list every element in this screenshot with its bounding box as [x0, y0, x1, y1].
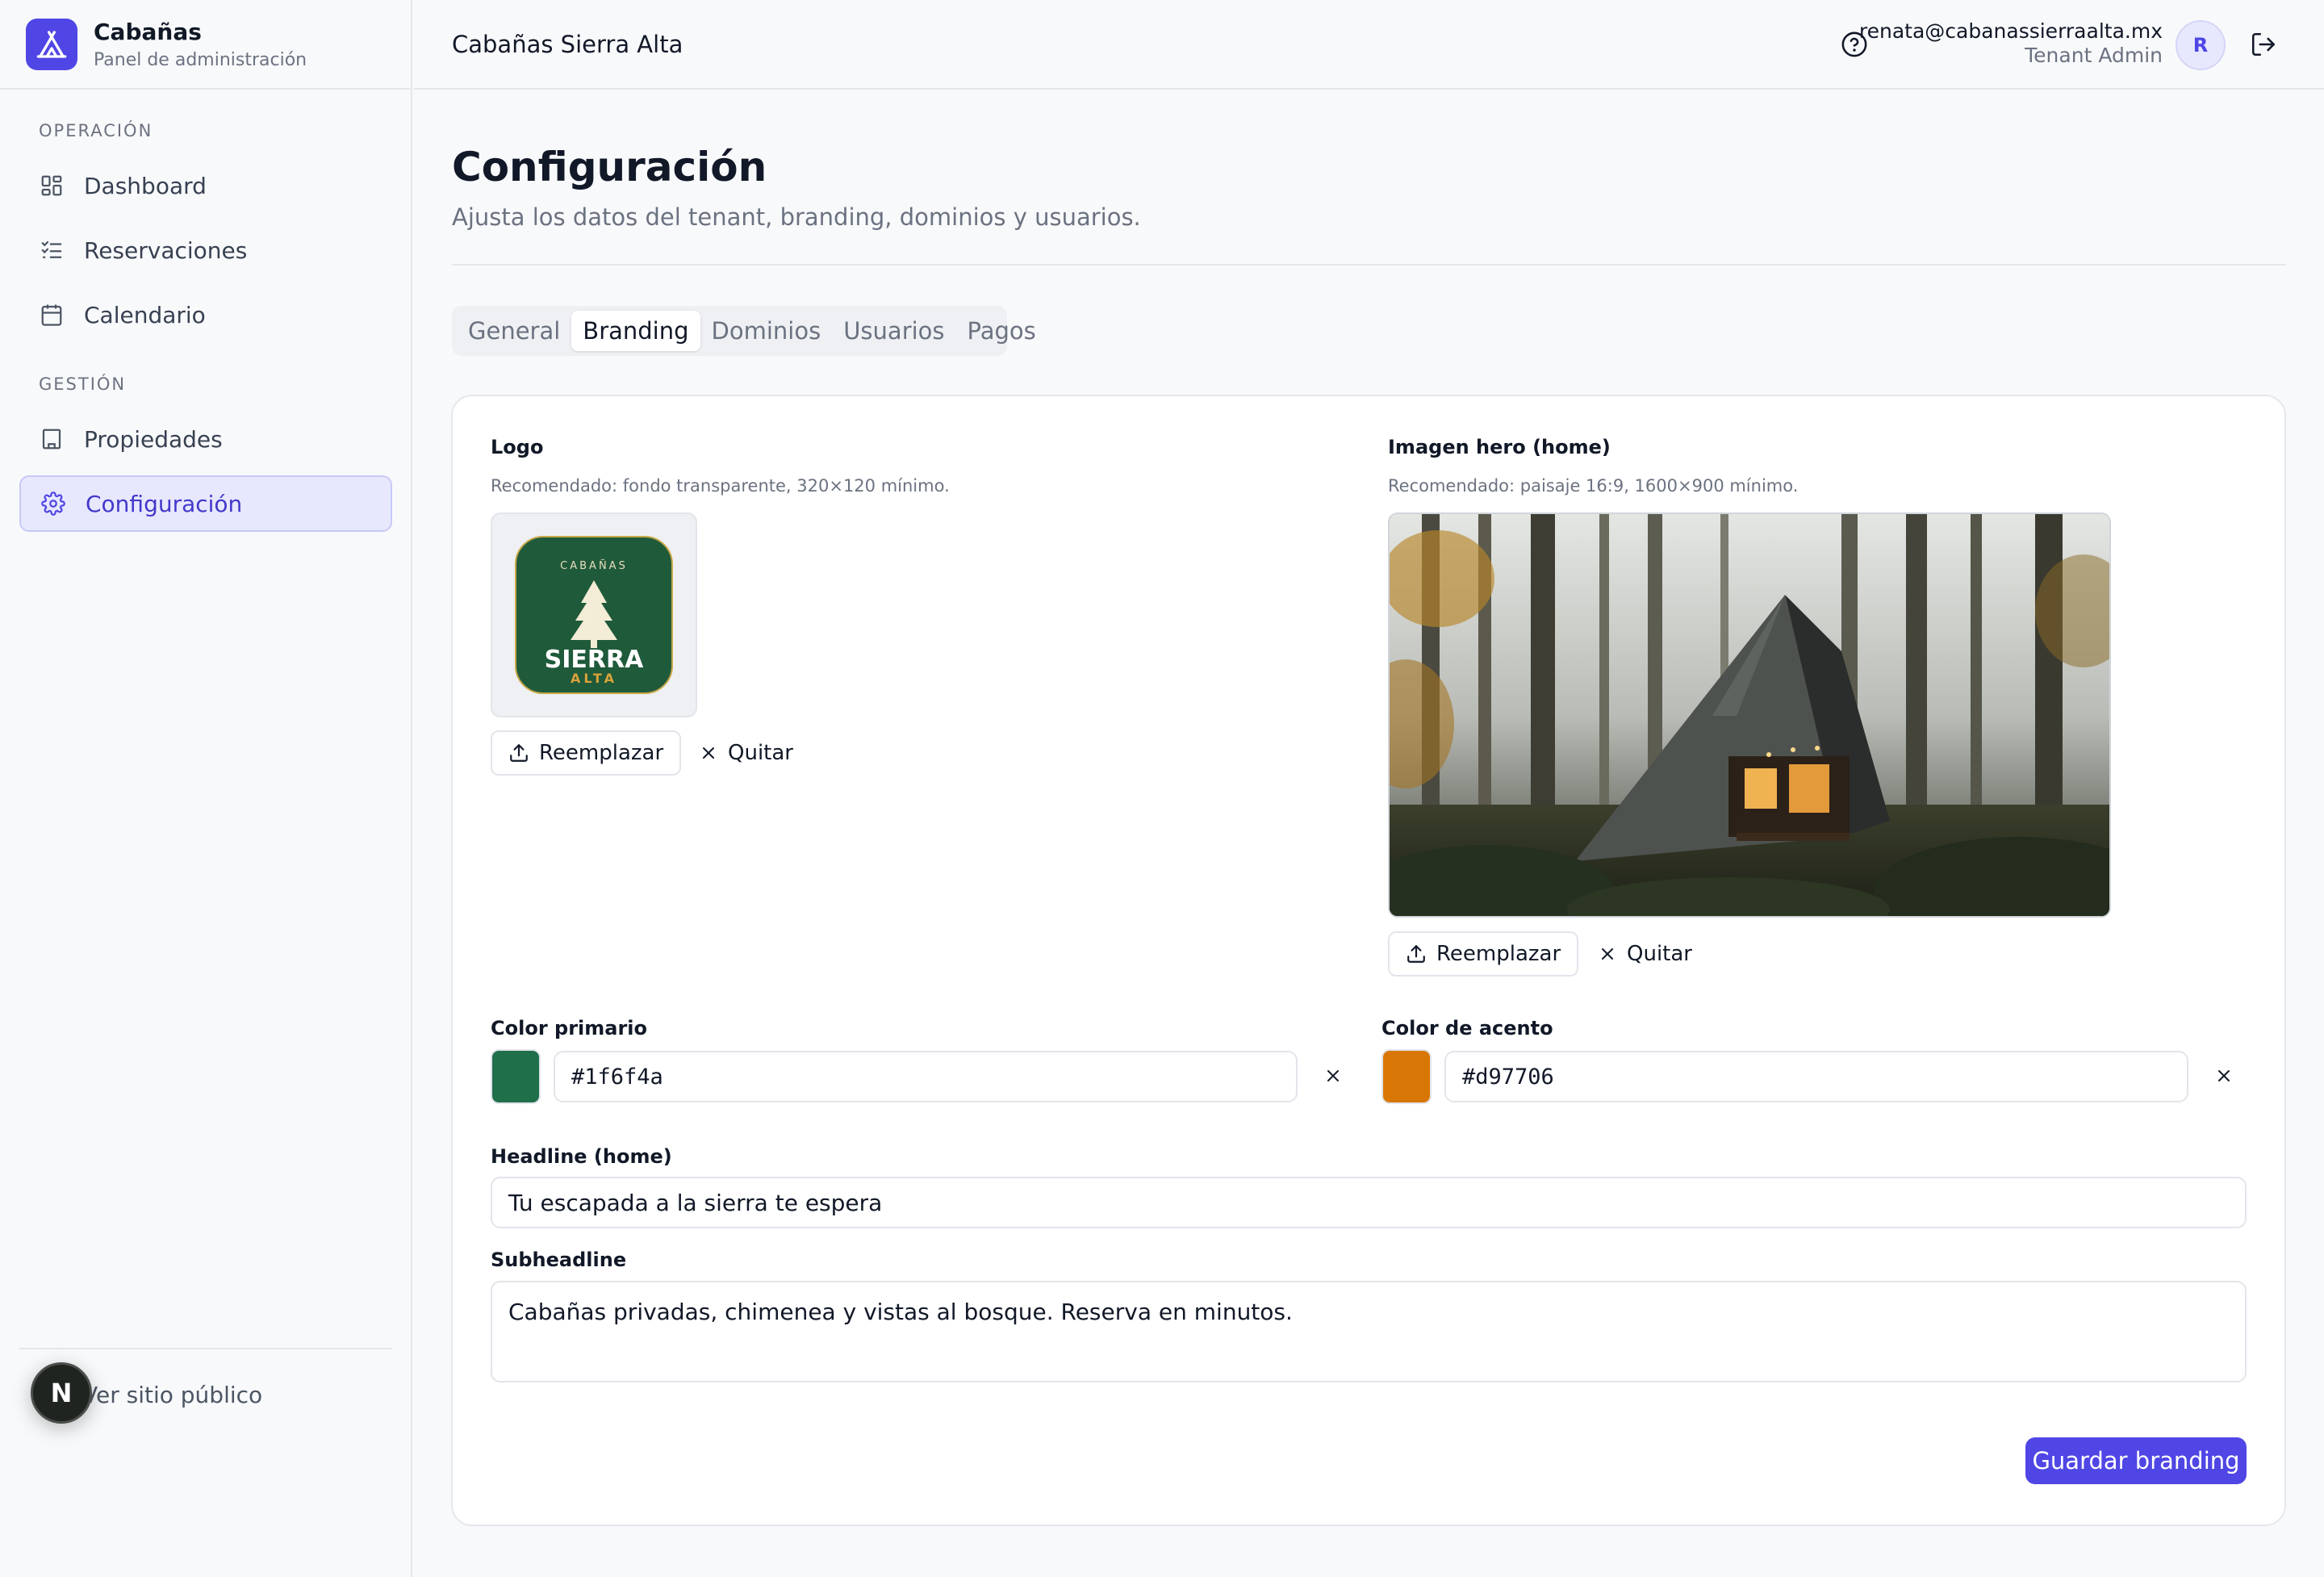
user-email: renata@cabanassierraalta.mx — [1858, 19, 2163, 43]
primary-color-swatch[interactable] — [491, 1049, 541, 1104]
tenant-title: Cabañas Sierra Alta — [452, 31, 683, 58]
calendar-icon — [39, 302, 65, 328]
logo-text-bottom: ALTA — [571, 671, 617, 686]
logo-replace-label: Reemplazar — [539, 741, 664, 765]
sidebar-item-propiedades[interactable]: Propiedades — [19, 411, 392, 467]
logo-hint: Recomendado: fondo transparente, 320×120… — [491, 476, 950, 496]
sidebar-item-label: Propiedades — [84, 425, 223, 453]
headline-input[interactable]: Tu escapada a la sierra te espera — [491, 1177, 2247, 1228]
gear-icon — [40, 491, 66, 517]
close-icon — [703, 747, 714, 759]
logo-text-top: CABAÑAS — [560, 559, 628, 572]
close-icon — [1602, 948, 1613, 960]
logo-remove-label: Quitar — [728, 741, 793, 765]
sidebar-item-label: Reservaciones — [84, 236, 248, 264]
tab-general[interactable]: General — [457, 311, 571, 351]
public-site-link[interactable]: Ver sitio público — [82, 1382, 262, 1408]
logo-replace-button[interactable]: Reemplazar — [491, 730, 682, 776]
user-role: Tenant Admin — [2025, 44, 2163, 67]
brand-title: Cabañas — [94, 18, 202, 45]
accent-color-label: Color de acento — [1381, 1017, 1553, 1039]
hero-replace-button[interactable]: Reemplazar — [1388, 931, 1579, 977]
sidebar-item-dashboard[interactable]: Dashboard — [19, 157, 392, 214]
sidebar: Cabañas Panel de administración OPERACIÓ… — [0, 0, 412, 1577]
accent-color-swatch[interactable] — [1381, 1049, 1432, 1104]
tent-icon — [26, 18, 77, 70]
tab-pagos[interactable]: Pagos — [956, 311, 1047, 351]
hero-remove-label: Quitar — [1627, 942, 1692, 966]
logo-text-main: SIERRA — [545, 646, 644, 674]
sidebar-item-label: Dashboard — [84, 172, 207, 199]
save-branding-button[interactable]: Guardar branding — [2025, 1437, 2247, 1484]
logo-label: Logo — [491, 436, 544, 458]
dashboard-icon — [39, 173, 65, 199]
primary-color-label: Color primario — [491, 1017, 648, 1039]
checklist-icon — [39, 237, 65, 263]
sidebar-item-label: Calendario — [84, 301, 206, 328]
hero-label: Imagen hero (home) — [1388, 436, 1611, 458]
subheadline-textarea[interactable]: Cabañas privadas, chimenea y vistas al b… — [491, 1281, 2247, 1382]
nav-section-management: GESTIÓN — [39, 374, 127, 394]
page-divider — [452, 264, 2286, 266]
primary-color-input[interactable]: #1f6f4a — [554, 1051, 1298, 1102]
avatar[interactable]: R — [2176, 20, 2226, 70]
upload-icon — [510, 744, 528, 762]
tab-branding[interactable]: Branding — [571, 311, 700, 351]
hero-replace-label: Reemplazar — [1436, 942, 1561, 966]
subheadline-label: Subheadline — [491, 1249, 627, 1271]
dev-badge[interactable]: N — [31, 1362, 92, 1424]
brand: Cabañas Panel de administración — [0, 0, 411, 90]
sidebar-item-reservaciones[interactable]: Reservaciones — [19, 222, 392, 278]
accent-color-input[interactable]: #d97706 — [1444, 1051, 2188, 1102]
primary-clear-icon[interactable] — [1321, 1064, 1345, 1088]
headline-label: Headline (home) — [491, 1145, 672, 1168]
settings-tabs: General Branding Dominios Usuarios Pagos — [452, 306, 1036, 356]
page-subtitle: Ajusta los datos del tenant, branding, d… — [452, 203, 1141, 231]
logo-remove-button[interactable]: Quitar — [699, 730, 793, 776]
brand-logo-image: CABAÑAS SIERRA ALTA — [515, 536, 673, 694]
header: Cabañas Sierra Alta renata@cabanassierra… — [414, 0, 2324, 90]
hero-image — [1388, 512, 2111, 918]
nav-section-operation: OPERACIÓN — [39, 121, 153, 140]
page-title: Configuración — [452, 144, 767, 190]
logo-preview: CABAÑAS SIERRA ALTA — [491, 512, 697, 717]
tab-dominios[interactable]: Dominios — [700, 311, 833, 351]
upload-icon — [1407, 945, 1425, 963]
hero-hint: Recomendado: paisaje 16:9, 1600×900 míni… — [1388, 476, 1799, 496]
brand-subtitle: Panel de administración — [94, 49, 307, 70]
sidebar-item-configuracion[interactable]: Configuración — [19, 475, 392, 532]
sidebar-item-label: Configuración — [86, 490, 243, 517]
sidebar-divider — [19, 1348, 392, 1349]
hero-remove-button[interactable]: Quitar — [1598, 931, 1692, 977]
building-icon — [39, 426, 65, 452]
accent-clear-icon[interactable] — [2212, 1064, 2236, 1088]
tab-usuarios[interactable]: Usuarios — [832, 311, 955, 351]
logout-icon[interactable] — [2250, 31, 2277, 58]
sidebar-item-calendario[interactable]: Calendario — [19, 287, 392, 343]
